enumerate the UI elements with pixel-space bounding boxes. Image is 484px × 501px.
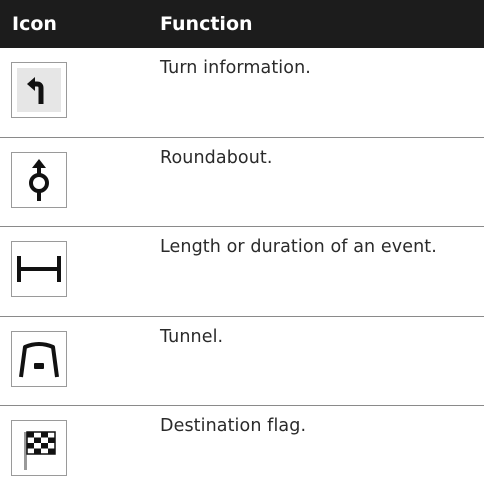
tunnel-icon [11,330,67,387]
checkered-flag-icon [11,420,67,476]
roundabout-icon [11,151,67,208]
header-icon: Icon [12,13,57,35]
function-text: Roundabout. [160,147,273,168]
table-header: Icon Function [0,0,484,48]
table-row: Roundabout. [0,138,484,227]
table-row: Turn information. [0,48,484,138]
length-bar-icon [11,241,67,297]
table-row: Tunnel. [0,317,484,406]
table-row: Destination flag. [0,406,484,496]
function-text: Destination flag. [160,416,307,436]
table-row: Length or duration of an event. [0,227,484,317]
icon-table: Icon Function Turn information. Roundabo… [0,0,484,496]
turn-left-arrow-icon [11,62,67,118]
function-text: Turn information. [160,58,311,78]
function-text: Length or duration of an event. [160,237,437,257]
header-function: Function [160,13,253,35]
function-text: Tunnel. [160,326,224,347]
